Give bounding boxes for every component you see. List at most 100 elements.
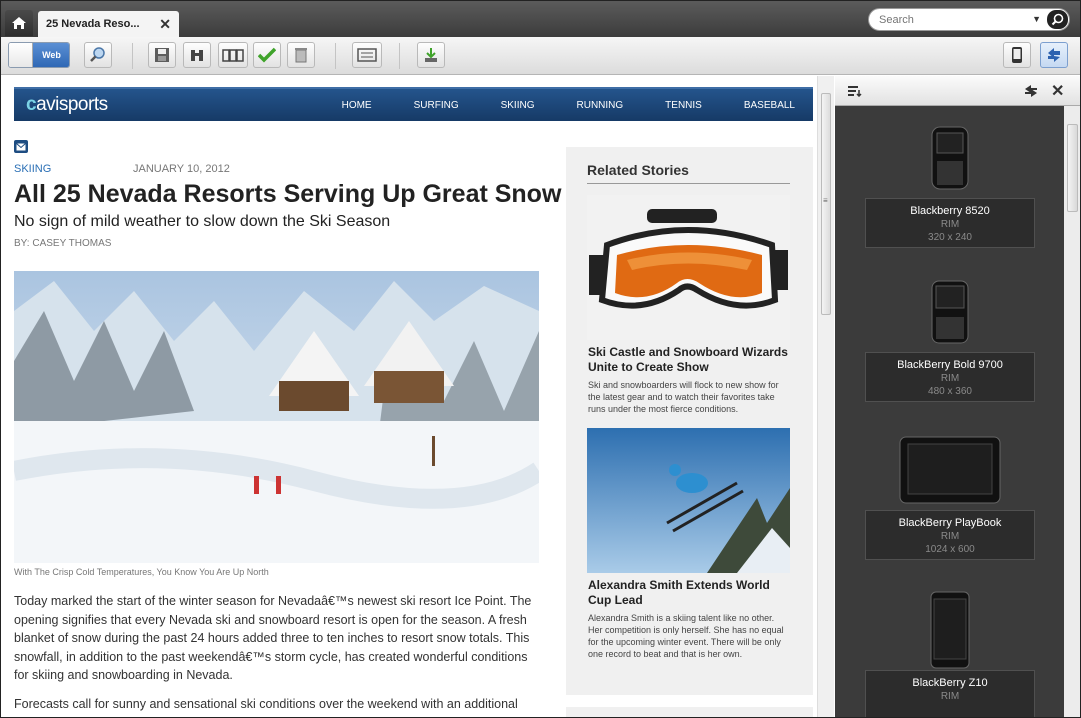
related-stories: Related Stories Ski Castle and Snowboard… (566, 147, 813, 695)
search-box: ▼ (868, 8, 1070, 31)
web-mode-toggle[interactable]: Web (8, 42, 70, 68)
nav-running[interactable]: RUNNING (577, 100, 624, 111)
phone-icon (1012, 47, 1022, 63)
story-title[interactable]: Alexandra Smith Extends World Cup Lead (588, 578, 788, 608)
device-name: Blackberry 8520 (910, 205, 990, 217)
sort-icon[interactable] (848, 85, 862, 97)
save-icon (155, 48, 169, 62)
page-viewport: cavisports HOME SURFING SKIING RUNNING T… (3, 76, 817, 717)
app-window: 25 Nevada Reso... ✕ ▼ Web (0, 0, 1081, 718)
device-card: Blackberry 8520 RIM 320 x 240 (865, 198, 1035, 248)
story-title[interactable]: Ski Castle and Snowboard Wizards Unite t… (588, 345, 788, 375)
phone-icon (865, 272, 1035, 352)
tablet-icon (865, 430, 1035, 510)
search-button[interactable] (1047, 10, 1068, 29)
download-icon (425, 48, 437, 62)
phone-icon (865, 590, 1035, 670)
close-icon[interactable]: ✕ (1051, 81, 1064, 101)
sync-button[interactable] (1040, 42, 1068, 68)
image-caption: With The Crisp Cold Temperatures, You Kn… (14, 567, 269, 577)
zoom-button[interactable] (84, 42, 112, 68)
delete-button[interactable] (287, 42, 315, 68)
device-card: BlackBerry Bold 9700 RIM 480 x 360 (865, 352, 1035, 402)
search-input[interactable] (879, 13, 1029, 26)
device-maker: RIM (940, 219, 960, 230)
email-icon[interactable] (14, 140, 28, 153)
device-maker: RIM (940, 691, 960, 702)
save-button[interactable] (148, 42, 176, 68)
device-item[interactable]: BlackBerry Z10 RIM (865, 590, 1035, 717)
device-card: BlackBerry Z10 RIM (865, 670, 1035, 717)
trash-icon (295, 48, 307, 63)
device-list: Blackberry 8520 RIM 320 x 240 BlackBerry… (835, 106, 1064, 717)
related-stories-title: Related Stories (587, 162, 689, 178)
swap-arrows-icon (1048, 48, 1060, 62)
grip-icon: ≡ (823, 196, 828, 205)
device-maker: RIM (940, 531, 960, 542)
story-description: Ski and snowboarders will flock to new s… (588, 380, 779, 414)
device-item[interactable]: BlackBerry Bold 9700 RIM 480 x 360 (865, 272, 1035, 402)
home-icon (12, 17, 26, 29)
device-resolution: 480 x 360 (928, 386, 972, 397)
tab-title: 25 Nevada Reso... (46, 18, 140, 30)
page-scrollbar[interactable]: ≡ (817, 76, 834, 717)
article-date: JANUARY 10, 2012 (133, 163, 230, 175)
sidebar-section (566, 707, 813, 717)
tab-article[interactable]: 25 Nevada Reso... ✕ (38, 11, 179, 37)
checkmark-icon (258, 47, 276, 63)
magnifier-icon (90, 47, 105, 62)
search-icon (1051, 13, 1064, 26)
nav-tennis[interactable]: TENNIS (665, 100, 702, 111)
approve-button[interactable] (253, 42, 281, 68)
device-panel: ✕ Blackberry 8520 RIM 320 x 240 BlackBer… (835, 76, 1080, 717)
toolbar-divider (335, 43, 336, 69)
phone-icon (865, 118, 1035, 198)
logo-mark: c (26, 94, 37, 115)
site-logo[interactable]: cavisports (26, 94, 108, 116)
story-description: Alexandra Smith is a skiing talent like … (588, 613, 784, 659)
multi-view-button[interactable] (218, 42, 248, 68)
article-byline: BY: CASEY THOMAS (14, 238, 112, 249)
nav-home[interactable]: HOME (342, 100, 372, 111)
site-navbar: cavisports HOME SURFING SKIING RUNNING T… (14, 87, 813, 121)
home-button[interactable] (5, 10, 33, 36)
story-image-goggles[interactable] (587, 195, 790, 340)
device-name: BlackBerry Z10 (912, 677, 988, 689)
chevron-down-icon[interactable]: ▼ (1032, 14, 1041, 24)
article-paragraph: Today marked the start of the winter sea… (14, 594, 532, 682)
export-button[interactable] (417, 42, 445, 68)
toolbar: Web (1, 37, 1080, 75)
logo-text: avisports (36, 94, 108, 115)
device-preview-button[interactable] (1003, 42, 1031, 68)
article-body: Today marked the start of the winter sea… (14, 592, 539, 717)
story-image-skier[interactable] (587, 428, 790, 573)
device-item[interactable]: BlackBerry PlayBook RIM 1024 x 600 (865, 430, 1035, 560)
divider (587, 183, 790, 184)
article-subheadline: No sign of mild weather to slow down the… (14, 213, 391, 230)
toolbar-divider (132, 43, 133, 69)
article-paragraph: Forecasts call for sunny and sensational… (14, 696, 518, 711)
nav-skiing[interactable]: SKIING (501, 100, 535, 111)
nav-baseball[interactable]: BASEBALL (744, 100, 795, 111)
device-item[interactable]: Blackberry 8520 RIM 320 x 240 (865, 118, 1035, 248)
site-nav: HOME SURFING SKIING RUNNING TENNIS BASEB… (300, 100, 795, 111)
device-name: BlackBerry Bold 9700 (897, 359, 1003, 371)
close-icon[interactable]: ✕ (159, 16, 171, 33)
tab-bar: 25 Nevada Reso... ✕ ▼ (1, 1, 1080, 37)
device-panel-header: ✕ (835, 76, 1080, 106)
scrollbar-thumb[interactable] (1067, 124, 1078, 212)
device-maker: RIM (940, 373, 960, 384)
compare-button[interactable] (183, 42, 211, 68)
layout-button[interactable] (352, 42, 382, 68)
article-hero-image (14, 271, 539, 563)
device-name: BlackBerry PlayBook (898, 517, 1002, 529)
list-layout-icon (357, 48, 377, 62)
nav-surfing[interactable]: SURFING (414, 100, 459, 111)
swap-arrows-icon[interactable] (1023, 84, 1039, 98)
device-resolution: 320 x 240 (928, 232, 972, 243)
binoculars-icon (191, 50, 203, 61)
article-headline: All 25 Nevada Resorts Serving Up Great S… (14, 180, 562, 208)
article-category[interactable]: SKIING (14, 163, 51, 175)
toggle-label: Web (33, 43, 69, 67)
device-list-scrollbar[interactable] (1064, 106, 1080, 717)
